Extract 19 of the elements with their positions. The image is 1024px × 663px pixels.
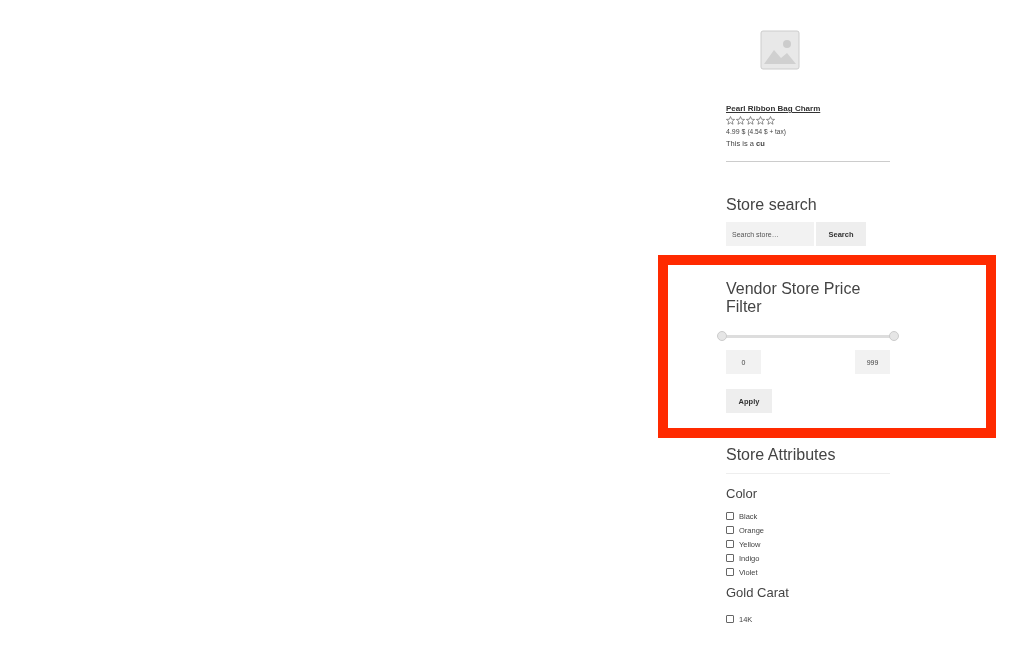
checkbox[interactable]	[726, 540, 734, 548]
checkbox[interactable]	[726, 615, 734, 623]
product-title-link[interactable]: Pearl Ribbon Bag Charm	[726, 104, 821, 113]
star-icon	[756, 116, 765, 125]
checkbox[interactable]	[726, 512, 734, 520]
slider-handle[interactable]	[717, 331, 727, 341]
checkbox[interactable]	[726, 526, 734, 534]
section-title: Store search	[726, 196, 818, 214]
slider-handle[interactable]	[889, 331, 899, 341]
section-title: Vendor Store Price Filter	[726, 280, 862, 316]
star-icon	[736, 116, 745, 125]
star-icon	[726, 116, 735, 125]
star-icon	[746, 116, 755, 125]
checkbox[interactable]	[726, 554, 734, 562]
section-title: Store Attributes	[726, 446, 837, 464]
attribute-group-title: Gold Carat	[726, 585, 790, 600]
star-icon	[766, 116, 775, 125]
attribute-group-title: Color	[726, 486, 759, 501]
checkbox[interactable]	[726, 568, 734, 576]
